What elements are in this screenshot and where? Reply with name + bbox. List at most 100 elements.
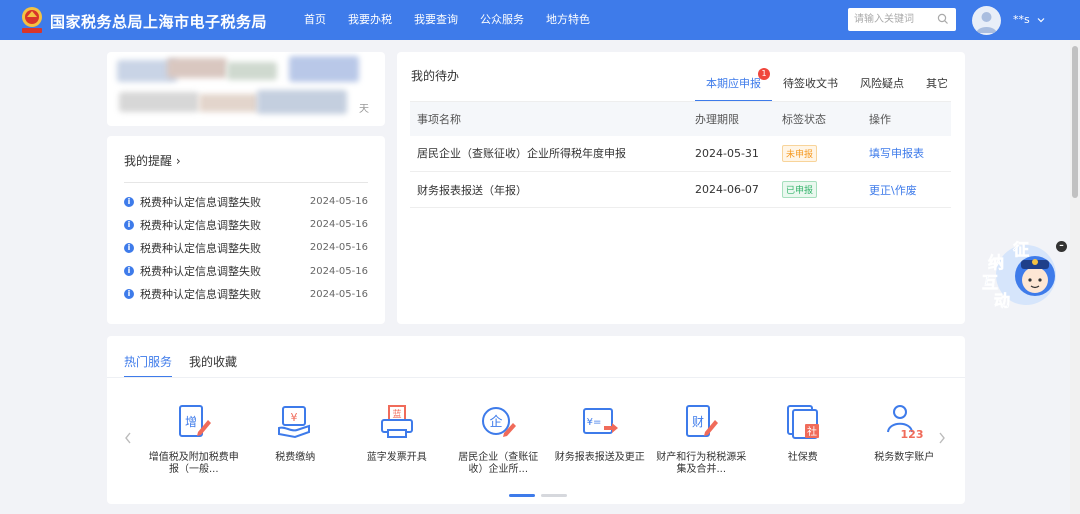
table-header-row: 事项名称 办理期限 标签状态 操作 bbox=[410, 101, 951, 136]
vat-glyph: 增 bbox=[185, 415, 197, 429]
reminder-date: 2024-05-16 bbox=[309, 265, 368, 277]
info-icon: i bbox=[124, 289, 134, 300]
service-financial-report[interactable]: ¥= 财务报表报送及更正 bbox=[549, 402, 651, 476]
widget-char: 纳 bbox=[988, 253, 1004, 272]
user-info-card: 天 bbox=[107, 52, 385, 126]
reminder-text: 税费种认定信息调整失败 bbox=[140, 195, 261, 209]
account-glyph: 123 bbox=[901, 428, 924, 441]
search-input[interactable] bbox=[848, 8, 932, 31]
service-property-behavior-tax[interactable]: 财 财产和行为税税源采集及合并... bbox=[651, 402, 753, 476]
mascot-icon: 征 纳 互 动 bbox=[982, 240, 1056, 310]
chevron-left-icon[interactable] bbox=[122, 430, 134, 446]
widget-char: 动 bbox=[994, 291, 1010, 310]
reminder-date: 2024-05-16 bbox=[309, 242, 368, 254]
service-label: 税务数字账户 bbox=[874, 452, 935, 463]
service-label: 居民企业（查账征收）企业所... bbox=[458, 452, 539, 475]
widget-char: 征 bbox=[1013, 240, 1029, 259]
page-scrollbar[interactable] bbox=[1070, 40, 1080, 514]
column-header: 事项名称 bbox=[410, 101, 688, 136]
services-grid: 增 增值税及附加税费申报（一般... ¥ 税费缴纳 蓝 蓝字发票开具 企 居民企… bbox=[143, 402, 955, 476]
column-header: 标签状态 bbox=[775, 101, 862, 136]
vat-declare-icon: 增 bbox=[178, 405, 211, 437]
invoice-print-icon: 蓝 bbox=[380, 405, 413, 438]
reminder-title-link[interactable]: 我的提醒 › bbox=[124, 152, 181, 169]
carousel-dot[interactable] bbox=[541, 494, 567, 497]
user-name[interactable]: **s bbox=[1013, 13, 1030, 26]
action-cell: 更正\作废 bbox=[862, 171, 951, 208]
info-icon: i bbox=[124, 196, 134, 207]
site-title[interactable]: 国家税务总局上海市电子税务局 bbox=[50, 11, 267, 32]
service-vat-declaration[interactable]: 增 增值税及附加税费申报（一般... bbox=[143, 402, 245, 476]
nav-public-service[interactable]: 公众服务 bbox=[469, 0, 535, 40]
tab-label: 本期应申报 bbox=[706, 77, 761, 90]
nav-local-features[interactable]: 地方特色 bbox=[535, 0, 601, 40]
nav-query[interactable]: 我要查询 bbox=[403, 0, 469, 40]
user-card-corner-char: 天 bbox=[359, 104, 369, 115]
redacted-id-block bbox=[257, 90, 347, 114]
column-header: 办理期限 bbox=[688, 101, 775, 136]
tax-interaction-widget[interactable]: 征 纳 互 动 bbox=[978, 238, 1068, 314]
info-icon: i bbox=[124, 266, 134, 277]
service-label: 增值税及附加税费申报（一般... bbox=[148, 452, 239, 475]
search-icon[interactable] bbox=[937, 13, 949, 25]
fill-declaration-link[interactable]: 填写申报表 bbox=[869, 147, 924, 160]
tab-others[interactable]: 其它 bbox=[915, 76, 959, 102]
service-tax-payment[interactable]: ¥ 税费缴纳 bbox=[245, 402, 347, 476]
nav-home[interactable]: 首页 bbox=[293, 0, 337, 40]
redacted-id-block bbox=[119, 92, 199, 112]
reminder-date: 2024-05-16 bbox=[309, 196, 368, 208]
nav-handle-tax[interactable]: 我要办税 bbox=[337, 0, 403, 40]
divider bbox=[124, 182, 368, 183]
reminder-text: 税费种认定信息调整失败 bbox=[140, 288, 261, 302]
enterprise-glyph: 企 bbox=[490, 414, 503, 430]
tab-hot-services[interactable]: 热门服务 bbox=[124, 353, 173, 378]
widget-char: 互 bbox=[982, 273, 998, 292]
redacted-id-block bbox=[199, 94, 259, 112]
service-blue-invoice[interactable]: 蓝 蓝字发票开具 bbox=[346, 402, 448, 476]
tab-pending-documents[interactable]: 待签收文书 bbox=[772, 76, 849, 102]
reminder-item[interactable]: i 税费种认定信息调整失败 2024-05-16 bbox=[124, 213, 368, 236]
widget-close-button[interactable]: – bbox=[1056, 241, 1067, 252]
item-deadline: 2024-06-07 bbox=[688, 171, 775, 208]
tab-my-favorites[interactable]: 我的收藏 bbox=[189, 353, 237, 378]
user-avatar[interactable] bbox=[972, 6, 1001, 35]
chevron-down-icon[interactable] bbox=[1036, 15, 1046, 25]
reminder-text: 税费种认定信息调整失败 bbox=[140, 241, 261, 255]
tab-current-declaration[interactable]: 本期应申报 1 bbox=[695, 68, 772, 102]
user-avatar-icon bbox=[976, 12, 997, 33]
yuan-glyph: ¥ bbox=[291, 411, 298, 424]
service-label: 财产和行为税税源采集及合并... bbox=[656, 452, 747, 475]
top-header: 国家税务总局上海市电子税务局 首页 我要办税 我要查询 公众服务 地方特色 **… bbox=[0, 0, 1080, 40]
info-icon: i bbox=[124, 219, 134, 230]
service-social-security[interactable]: 社 社保费 bbox=[752, 402, 854, 476]
service-label: 税费缴纳 bbox=[275, 452, 316, 463]
tab-count-badge: 1 bbox=[758, 68, 770, 80]
table-row: 居民企业（查账征收）企业所得税年度申报 2024-05-31 未申报 填写申报表 bbox=[410, 135, 951, 172]
reminder-item[interactable]: i 税费种认定信息调整失败 2024-05-16 bbox=[124, 190, 368, 213]
info-icon: i bbox=[124, 242, 134, 253]
todo-table: 事项名称 办理期限 标签状态 操作 居民企业（查账征收）企业所得税年度申报 20… bbox=[410, 101, 951, 208]
main-nav: 首页 我要办税 我要查询 公众服务 地方特色 bbox=[293, 0, 601, 40]
item-name: 财务报表报送（年报） bbox=[410, 171, 688, 208]
scrollbar-thumb[interactable] bbox=[1072, 46, 1078, 198]
status-badge: 未申报 bbox=[782, 144, 818, 162]
tax-payment-icon: ¥ bbox=[278, 406, 311, 439]
reminder-item[interactable]: i 税费种认定信息调整失败 2024-05-16 bbox=[124, 283, 368, 306]
carousel-dot[interactable] bbox=[509, 494, 535, 497]
item-deadline: 2024-05-31 bbox=[688, 135, 775, 172]
redacted-name-block bbox=[289, 56, 359, 82]
status-cell: 未申报 bbox=[775, 135, 862, 172]
reminder-item[interactable]: i 税费种认定信息调整失败 2024-05-16 bbox=[124, 236, 368, 259]
reminder-list: i 税费种认定信息调整失败 2024-05-16 i 税费种认定信息调整失败 2… bbox=[124, 190, 368, 306]
action-cell: 填写申报表 bbox=[862, 135, 951, 172]
redacted-name-block bbox=[227, 62, 277, 80]
service-enterprise-income-tax[interactable]: 企 居民企业（查账征收）企业所... bbox=[448, 402, 550, 476]
financial-report-icon: ¥= bbox=[582, 408, 618, 434]
tab-risk-points[interactable]: 风险疑点 bbox=[849, 76, 915, 102]
tax-emblem-icon[interactable] bbox=[18, 5, 46, 35]
reminder-item[interactable]: i 税费种认定信息调整失败 2024-05-16 bbox=[124, 260, 368, 283]
reminder-date: 2024-05-16 bbox=[309, 288, 368, 300]
correct-void-link[interactable]: 更正\作废 bbox=[869, 184, 917, 197]
service-digital-account[interactable]: 123 税务数字账户 bbox=[854, 402, 956, 476]
digital-account-icon: 123 bbox=[887, 405, 924, 441]
